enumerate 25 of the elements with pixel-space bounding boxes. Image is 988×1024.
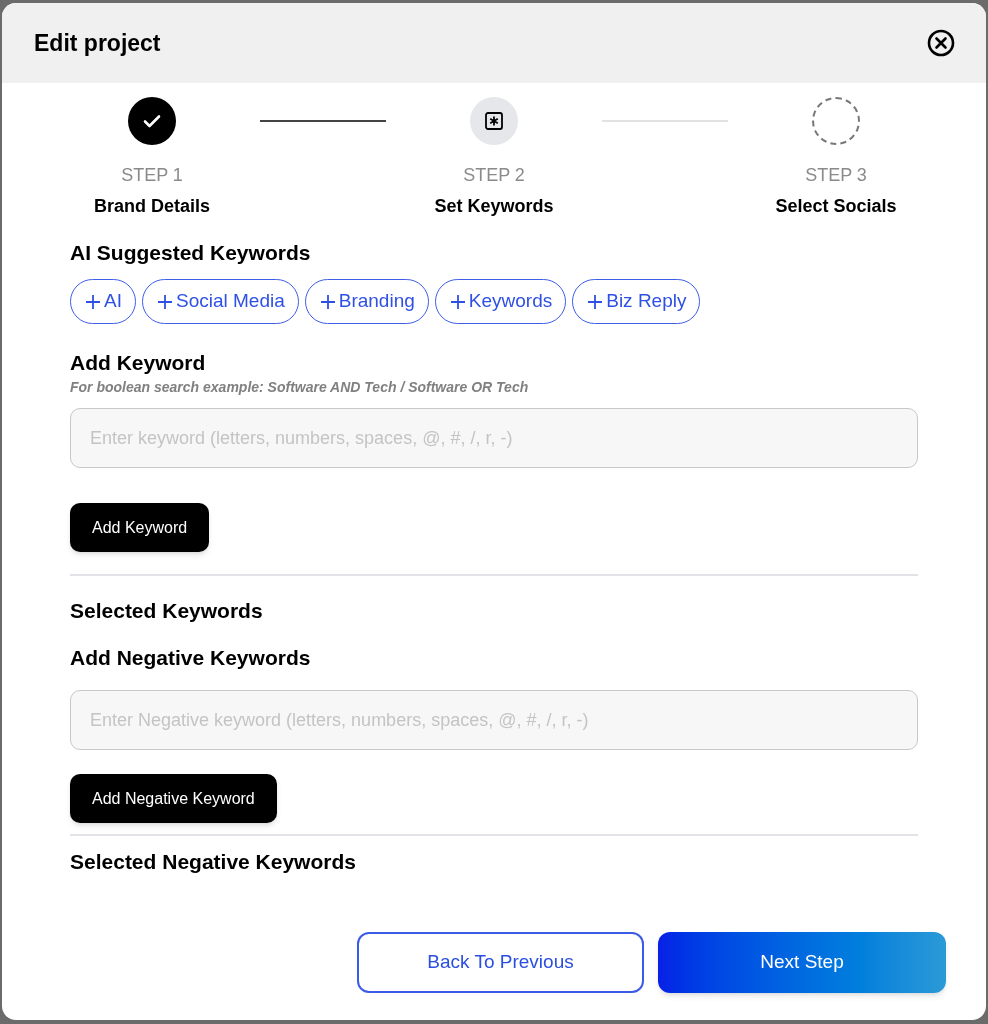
plus-icon xyxy=(448,292,467,311)
close-icon[interactable] xyxy=(926,28,956,58)
step-title: Brand Details xyxy=(93,195,210,217)
step-number: STEP 2 xyxy=(463,164,525,186)
plus-icon xyxy=(318,292,337,311)
section-heading: AI Suggested Keywords xyxy=(70,240,312,266)
back-button[interactable]: Back To Previous xyxy=(357,932,644,993)
add-button[interactable]: Add Keyword xyxy=(70,503,210,552)
section-heading: Selected Negative Keywords xyxy=(70,849,357,875)
step-title: Set Keywords xyxy=(434,195,554,217)
add-button[interactable]: Add Negative Keyword xyxy=(70,774,277,823)
step-number: STEP 3 xyxy=(805,164,867,186)
dialog-title: Edit project xyxy=(34,28,161,58)
step-number: STEP 1 xyxy=(121,164,183,186)
step-asterisk-icon xyxy=(470,97,518,145)
section-heading: Selected Keywords xyxy=(70,598,264,624)
plus-icon xyxy=(586,292,605,311)
plus-icon xyxy=(84,292,102,311)
step-check-icon xyxy=(128,97,176,145)
section-heading: Add Negative Keywords xyxy=(70,645,312,671)
step-title: Select Socials xyxy=(775,195,897,217)
hint-text: For boolean search example: Software AND Tech / Software OR Tech xyxy=(70,378,530,397)
section-heading: Add Keyword xyxy=(70,350,207,376)
next-button[interactable]: Next Step xyxy=(658,932,946,993)
plus-icon xyxy=(155,292,174,311)
